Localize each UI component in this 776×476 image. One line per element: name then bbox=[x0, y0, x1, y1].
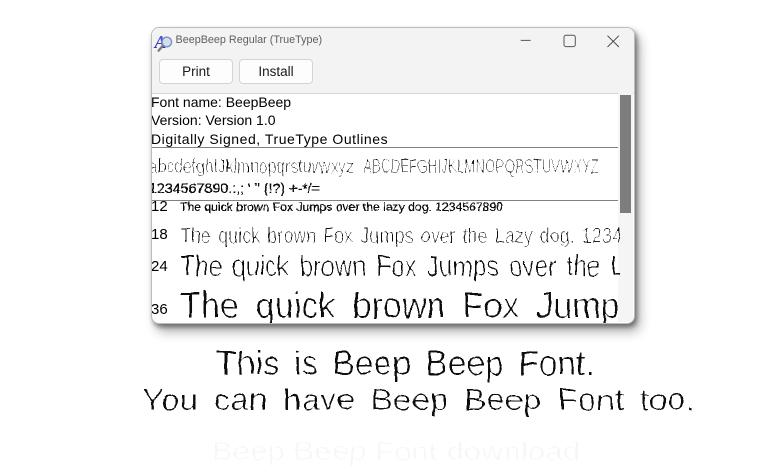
svg-text:You can have Beep Beep Font to: You can have Beep Beep Font too. bbox=[142, 382, 695, 417]
svg-text:The quick brown Fox Jumps over: The quick brown Fox Jumps over the Lazy … bbox=[180, 285, 776, 326]
svg-text:This is Beep Beep Font.: This is Beep Beep Font. bbox=[216, 344, 595, 383]
svg-text:ABCDEFGHIJKLMNOPQRSTUVWXYZ: ABCDEFGHIJKLMNOPQRSTUVWXYZ bbox=[363, 156, 599, 178]
svg-text:abcdefghIJklmnopqrstuvwxyz: abcdefghIJklmnopqrstuvwxyz bbox=[149, 156, 354, 178]
svg-text:The quick brown Fox Jumps over: The quick brown Fox Jumps over the lazy … bbox=[180, 200, 503, 214]
svg-text:1234567890.:,; ' " (!?) +-*: 1234567890.:,; ' " (!?) +-*/= bbox=[149, 181, 320, 196]
svg-text:The quick brown Fox Jumps over: The quick brown Fox Jumps over the Lazy … bbox=[180, 223, 682, 248]
svg-text:The quick brown Fox Jumps over: The quick brown Fox Jumps over the Lazy … bbox=[180, 250, 776, 283]
svg-text:Beep Beep Font download: Beep Beep Font download bbox=[212, 436, 580, 466]
